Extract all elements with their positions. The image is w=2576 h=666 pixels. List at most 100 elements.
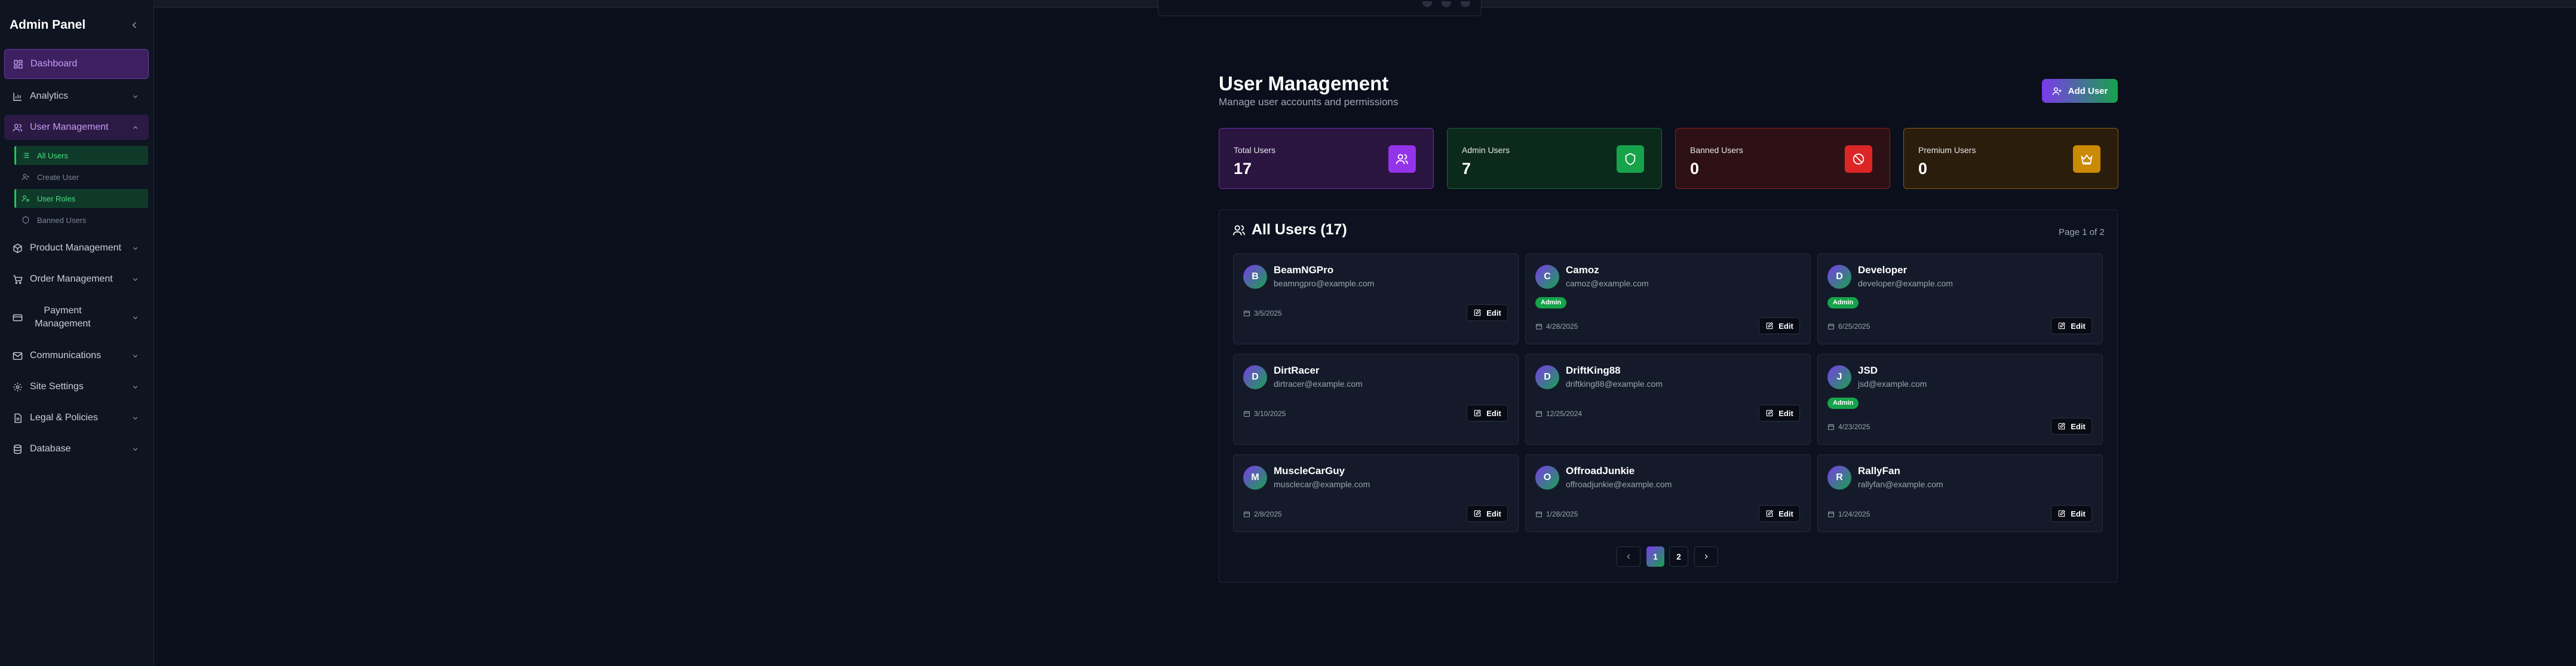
role-badge: Admin — [1827, 398, 1859, 409]
sidebar-item-site-settings[interactable]: Site Settings — [4, 374, 149, 399]
chevron-down-icon — [133, 277, 138, 281]
edit-icon — [1766, 509, 1774, 517]
crown-icon — [2073, 145, 2100, 173]
stat-card-total-users: Total Users 17 — [1219, 128, 1434, 189]
edit-icon — [1474, 409, 1482, 417]
edit-label: Edit — [1778, 509, 1793, 518]
sidebar-item-product-management[interactable]: Product Management — [4, 236, 149, 261]
edit-label: Edit — [1486, 408, 1501, 418]
user-card[interactable]: C Camoz camoz@example.com Admin 4/28/202… — [1525, 253, 1811, 344]
user-card[interactable]: O OffroadJunkie offroadjunkie@example.co… — [1525, 454, 1811, 532]
edit-button[interactable]: Edit — [1759, 505, 1800, 522]
user-card[interactable]: J JSD jsd@example.com Admin 4/23/2025 Ed… — [1817, 354, 2103, 445]
avatar: D — [1827, 265, 1851, 289]
pagination-page-2[interactable]: 2 — [1669, 546, 1688, 567]
submenu-item-user-roles[interactable]: User Roles — [14, 189, 148, 208]
sidebar-item-user-management[interactable]: User Management — [4, 115, 149, 140]
sidebar-item-order-management[interactable]: Order Management — [4, 267, 149, 292]
edit-button[interactable]: Edit — [1467, 405, 1508, 421]
user-join-date: 4/28/2025 — [1535, 322, 1578, 331]
chevron-left-icon — [1627, 554, 1630, 559]
sidebar-item-database[interactable]: Database — [4, 436, 149, 462]
edit-label: Edit — [1486, 509, 1501, 518]
sidebar-item-label: Site Settings — [30, 381, 84, 392]
edit-icon — [1474, 509, 1482, 517]
edit-button[interactable]: Edit — [1467, 304, 1508, 321]
edit-label: Edit — [1778, 321, 1793, 331]
edit-label: Edit — [2071, 421, 2086, 431]
user-name: BeamNGPro — [1274, 264, 1334, 276]
sidebar-item-payment-management[interactable]: Payment Management — [4, 300, 149, 335]
edit-button[interactable]: Edit — [2051, 317, 2092, 334]
stat-value: 17 — [1234, 160, 1252, 178]
user-card[interactable]: B BeamNGPro beamngpro@example.com 3/5/20… — [1233, 253, 1519, 344]
shopping-cart-icon — [13, 274, 23, 285]
submenu-item-all-users[interactable]: All Users — [14, 146, 148, 165]
edit-icon — [2058, 322, 2066, 329]
user-card[interactable]: D DriftKing88 driftking88@example.com 12… — [1525, 354, 1811, 445]
submenu-item-banned-users[interactable]: Banned Users — [14, 210, 148, 230]
stat-card-admin-users: Admin Users 7 — [1447, 128, 1662, 189]
page-title: User Management — [1219, 72, 1389, 94]
submenu-item-create-user[interactable]: Create User — [14, 167, 148, 187]
stat-label: Total Users — [1234, 145, 1276, 155]
edit-button[interactable]: Edit — [2051, 505, 2092, 522]
edit-button[interactable]: Edit — [2051, 418, 2092, 435]
avatar: M — [1243, 466, 1267, 490]
add-user-button[interactable]: Add User — [2042, 79, 2118, 103]
ban-icon — [1845, 145, 1872, 173]
pagination-page-1[interactable]: 1 — [1646, 546, 1664, 567]
calendar-icon — [1828, 323, 1834, 329]
chevron-down-icon — [133, 94, 138, 98]
user-email: dirtracer@example.com — [1274, 379, 1363, 389]
stat-value: 0 — [1690, 160, 1700, 178]
edit-label: Edit — [2071, 509, 2086, 518]
user-name: DirtRacer — [1274, 365, 1320, 376]
toolbar-dot-icon[interactable] — [1442, 1, 1451, 7]
submenu-item-label: All Users — [37, 151, 69, 160]
user-email: rallyfan@example.com — [1858, 479, 1943, 489]
collapse-chevron-left-icon[interactable] — [129, 20, 140, 30]
user-email: offroadjunkie@example.com — [1566, 479, 1672, 489]
file-text-icon — [13, 413, 23, 423]
sidebar-item-legal-policies[interactable]: Legal & Policies — [4, 405, 149, 430]
user-email: musclecar@example.com — [1274, 479, 1370, 489]
user-join-date: 12/25/2024 — [1535, 410, 1582, 418]
user-name: JSD — [1858, 365, 1878, 376]
calendar-icon — [1244, 310, 1250, 316]
avatar: B — [1243, 265, 1267, 289]
calendar-icon — [1536, 411, 1542, 417]
user-plus-icon — [2052, 87, 2062, 95]
shield-icon — [1617, 145, 1644, 173]
avatar: C — [1535, 265, 1559, 289]
edit-button[interactable]: Edit — [1467, 505, 1508, 522]
pagination-next-button[interactable] — [1694, 546, 1718, 567]
pagination-prev-button[interactable] — [1617, 546, 1640, 567]
sidebar: Admin Panel Dashboard Analytics User Man… — [0, 0, 154, 666]
user-card[interactable]: R RallyFan rallyfan@example.com 1/24/202… — [1817, 454, 2103, 532]
user-join-date: 6/25/2025 — [1827, 322, 1870, 331]
stat-card-banned-users: Banned Users 0 — [1675, 128, 1890, 189]
sidebar-item-analytics[interactable]: Analytics — [4, 84, 149, 109]
package-icon — [13, 243, 23, 253]
chevron-up-icon — [133, 126, 138, 129]
chevron-down-icon — [133, 354, 138, 358]
calendar-icon — [1828, 424, 1834, 430]
stat-label: Admin Users — [1462, 145, 1510, 155]
toolbar-dot-icon[interactable] — [1422, 1, 1432, 7]
toolbar-dot-icon[interactable] — [1461, 1, 1470, 7]
calendar-icon — [1536, 511, 1542, 517]
user-card[interactable]: D DirtRacer dirtracer@example.com 3/10/2… — [1233, 354, 1519, 445]
edit-label: Edit — [1486, 308, 1501, 317]
user-cog-icon — [22, 194, 30, 203]
user-date-text: 2/8/2025 — [1254, 510, 1282, 518]
sidebar-item-dashboard[interactable]: Dashboard — [4, 49, 149, 79]
sidebar-item-communications[interactable]: Communications — [4, 343, 149, 368]
user-date-text: 1/28/2025 — [1546, 510, 1578, 518]
edit-button[interactable]: Edit — [1759, 317, 1800, 334]
users-icon — [13, 123, 23, 133]
user-card[interactable]: M MuscleCarGuy musclecar@example.com 2/8… — [1233, 454, 1519, 532]
submenu-item-label: Banned Users — [37, 215, 87, 225]
edit-button[interactable]: Edit — [1759, 405, 1800, 421]
user-card[interactable]: D Developer developer@example.com Admin … — [1817, 253, 2103, 344]
